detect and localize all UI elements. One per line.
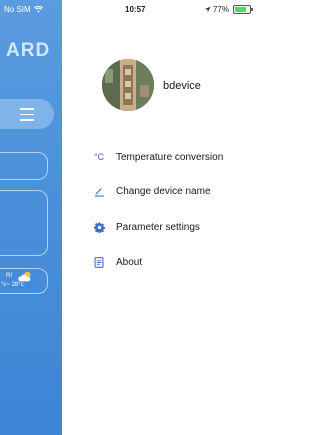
- carrier-label: No SIM: [4, 5, 31, 14]
- weather-card: RI °c~ 28°c: [0, 268, 48, 294]
- gear-icon: [92, 220, 106, 234]
- menu-item-label: Change device name: [116, 185, 211, 197]
- wifi-icon: [33, 6, 43, 13]
- menu-item-parameter-settings[interactable]: Parameter settings: [92, 218, 200, 236]
- weather-day: RI: [6, 273, 12, 279]
- status-bar: No SIM 10:57 77%: [0, 0, 261, 20]
- location-arrow-icon: [204, 6, 211, 13]
- weather-temperature: °c~ 28°c: [1, 282, 24, 288]
- hamburger-menu-button[interactable]: [0, 99, 54, 129]
- battery-percent: 77%: [212, 5, 229, 14]
- carrier-indicator: No SIM: [4, 5, 43, 14]
- menu-item-label: Parameter settings: [116, 221, 200, 233]
- background-card: [0, 190, 48, 256]
- menu-item-about[interactable]: About: [92, 253, 142, 271]
- menu-item-temperature-conversion[interactable]: °C Temperature conversion: [92, 148, 223, 166]
- avatar[interactable]: [102, 59, 154, 111]
- document-icon: [92, 255, 106, 269]
- clock: 10:57: [125, 5, 146, 14]
- menu-item-label: Temperature conversion: [116, 151, 224, 163]
- background-card: [0, 152, 48, 180]
- partly-cloudy-icon: [18, 271, 31, 282]
- username-label: bdevice: [163, 80, 201, 92]
- brand-logo-text: ARD: [6, 40, 51, 61]
- edit-pencil-icon: [92, 184, 106, 198]
- battery-icon: [233, 5, 253, 14]
- background-app-panel[interactable]: ARD RI °c~ 28°c: [0, 0, 62, 435]
- side-drawer: bdevice °C Temperature conversion Change…: [62, 0, 261, 435]
- avatar-photo: [102, 59, 154, 111]
- menu-item-change-device-name[interactable]: Change device name: [92, 182, 211, 200]
- hamburger-icon: [20, 108, 34, 125]
- menu-item-label: About: [116, 256, 143, 268]
- status-right: 77%: [204, 5, 253, 14]
- celsius-icon: °C: [93, 152, 105, 162]
